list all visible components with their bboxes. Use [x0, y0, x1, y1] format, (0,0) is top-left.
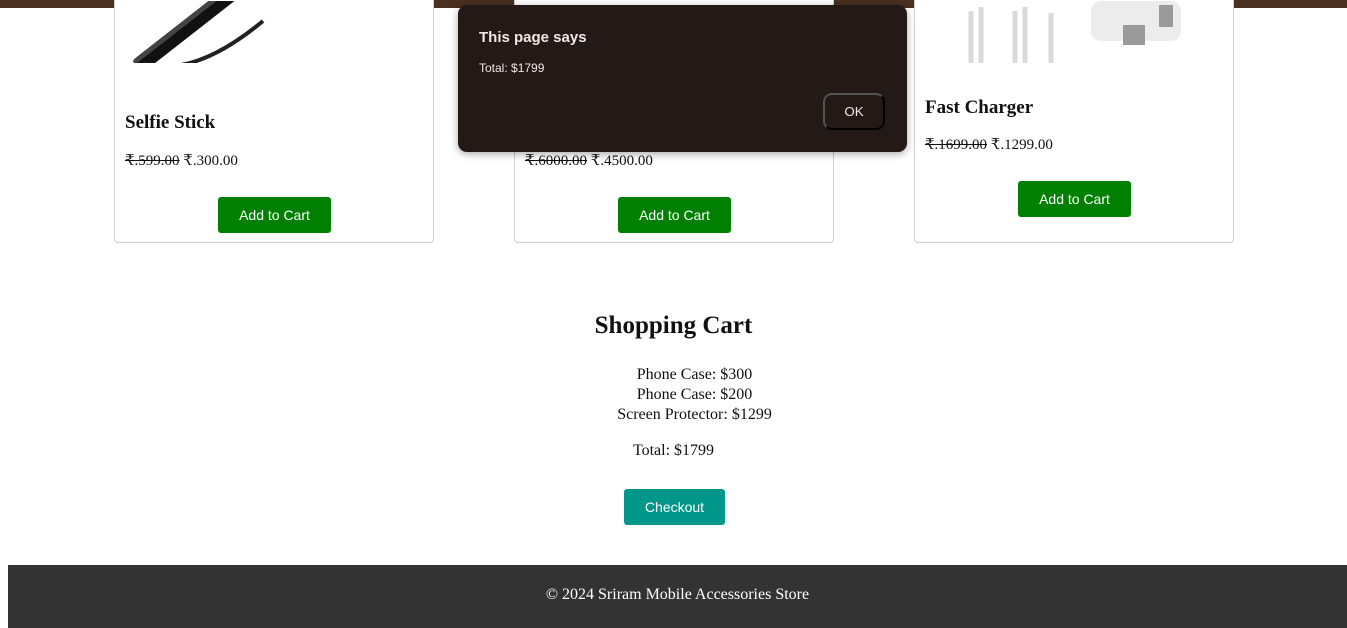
- ok-button[interactable]: OK: [823, 93, 885, 130]
- footer: © 2024 Sriram Mobile Accessories Store: [8, 565, 1347, 628]
- cart-item: Phone Case: $300: [636, 366, 753, 383]
- dialog-title: This page says: [479, 29, 587, 46]
- selfie-stick-image: [123, 1, 427, 63]
- product-price: ₹.1699.00 ₹.1299.00: [925, 135, 1053, 154]
- product-name: Fast Charger: [925, 97, 1034, 118]
- product-card-fast-charger: Fast Charger ₹.1699.00 ₹.1299.00 Add to …: [914, 0, 1234, 243]
- dialog-message: Total: $1799: [479, 61, 545, 75]
- product-card-selfie-stick: Selfie Stick ₹.599.00 ₹.300.00 Add to Ca…: [114, 0, 434, 243]
- cart-item: Screen Protector: $1299: [617, 406, 772, 423]
- charger-image: [923, 1, 1227, 63]
- new-price: ₹.1299.00: [990, 137, 1053, 153]
- product-price: ₹.599.00 ₹.300.00: [125, 151, 238, 170]
- footer-text: © 2024 Sriram Mobile Accessories Store: [545, 586, 810, 603]
- add-to-cart-button[interactable]: Add to Cart: [618, 197, 731, 233]
- product-price: ₹.6000.00 ₹.4500.00: [525, 151, 653, 170]
- old-price: ₹.6000.00: [525, 153, 588, 169]
- product-name: Selfie Stick: [125, 112, 216, 133]
- add-to-cart-button[interactable]: Add to Cart: [1018, 181, 1131, 217]
- cart-total: Total: $1799: [632, 442, 715, 459]
- new-price: ₹.300.00: [183, 153, 238, 169]
- old-price: ₹.599.00: [125, 153, 180, 169]
- cart-items-list: Phone Case: $300 Phone Case: $200 Screen…: [0, 365, 1347, 425]
- add-to-cart-button[interactable]: Add to Cart: [218, 197, 331, 233]
- old-price: ₹.1699.00: [925, 137, 988, 153]
- cart-title: Shopping Cart: [594, 312, 753, 339]
- new-price: ₹.4500.00: [590, 153, 653, 169]
- checkout-button[interactable]: Checkout: [624, 489, 725, 525]
- cart-item: Phone Case: $200: [636, 386, 753, 403]
